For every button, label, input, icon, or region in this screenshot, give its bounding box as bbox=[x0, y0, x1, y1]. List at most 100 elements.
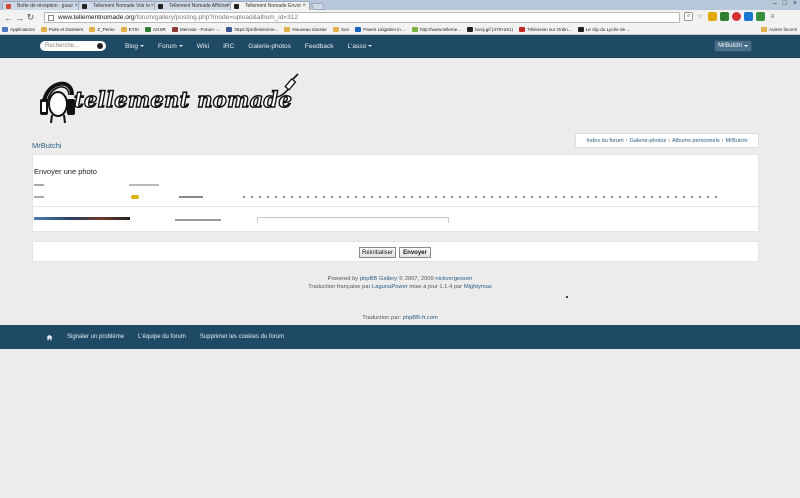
toolbar-dot bbox=[315, 196, 317, 198]
back-icon[interactable]: ← bbox=[3, 12, 14, 23]
toolbar-dot bbox=[627, 196, 629, 198]
extension-icon[interactable] bbox=[720, 12, 729, 21]
browser-tab-voir[interactable]: Tellement Nomade Voir le × bbox=[78, 1, 158, 10]
browser-tab-gmail[interactable]: Boîte de réception - jpaul × bbox=[2, 1, 82, 10]
toolbar-dot bbox=[611, 196, 613, 198]
report-problem-link[interactable]: Signaler un problème bbox=[67, 334, 124, 340]
bookmark-item[interactable]: Son bbox=[332, 27, 349, 32]
bookmark-icon bbox=[467, 27, 474, 32]
forum-team-link[interactable]: L'équipe du forum bbox=[138, 334, 186, 340]
toolbar-dot bbox=[427, 196, 429, 198]
nav-menu: Blog Forum Wiki IRC Galerie-photos Feedback L'… bbox=[125, 35, 373, 58]
bookmark-item[interactable]: https://professionne... bbox=[226, 27, 278, 32]
toolbar-dot bbox=[459, 196, 461, 198]
browser-tab-envoi[interactable]: Tellement Nomade Envoi × bbox=[230, 1, 310, 10]
phpbb-fr-link[interactable]: phpBB-fr.com bbox=[403, 315, 438, 321]
toolbar-dot bbox=[259, 196, 261, 198]
browser-toolbar: ← → ↻ www.tellementnomade.org/forum/gall… bbox=[0, 10, 800, 25]
home-icon[interactable] bbox=[46, 334, 53, 341]
bookmark-item[interactable]: ETSI bbox=[120, 27, 139, 32]
phpbb-gallery-link[interactable]: phpBB Gallery bbox=[360, 276, 397, 282]
extension-icon[interactable] bbox=[708, 12, 717, 21]
bookmark-label: Mercato - Forum -... bbox=[179, 27, 221, 32]
toolbar-dot bbox=[707, 196, 709, 198]
bookmark-item[interactable]: Le clip du Lycée de ... bbox=[577, 27, 630, 32]
extension-icon[interactable] bbox=[744, 12, 753, 21]
toolbar-dot bbox=[275, 196, 277, 198]
gmail-icon bbox=[6, 4, 11, 9]
toolbar-dot bbox=[251, 196, 253, 198]
toolbar-dot bbox=[507, 196, 509, 198]
breadcrumb-item[interactable]: MrButchi bbox=[726, 138, 748, 144]
logo-text: tellement nomade bbox=[73, 86, 293, 112]
tab-label: Tellement Nomade Envoi bbox=[245, 3, 301, 9]
user-menu-button[interactable]: MrButchi bbox=[714, 40, 752, 52]
toolbar-dot bbox=[539, 196, 541, 198]
site-footer: Signaler un problème L'équipe du forum S… bbox=[0, 325, 800, 349]
bookmark-item[interactable]: Puits et Dossiers bbox=[40, 27, 83, 32]
maximize-icon[interactable]: □ bbox=[783, 0, 787, 7]
star-icon[interactable]: ☆ bbox=[696, 12, 705, 21]
author-link[interactable]: nickvergessen bbox=[435, 276, 472, 282]
breadcrumb-separator: ‹ bbox=[625, 137, 628, 144]
bookmark-item[interactable]: AGSR bbox=[144, 27, 166, 32]
minimize-icon[interactable]: – bbox=[773, 0, 777, 7]
site-navbar: Recherche... Blog Forum Wiki IRC Galerie-pho… bbox=[0, 35, 800, 58]
nav-item-forum[interactable]: Forum bbox=[158, 43, 183, 50]
bookmark-icon bbox=[519, 27, 526, 32]
tab-label: Tellement Nomade Voir le bbox=[93, 3, 150, 9]
other-bookmarks[interactable]: Autres favoris bbox=[760, 27, 797, 32]
extension-icon[interactable] bbox=[756, 12, 765, 21]
new-tab-button[interactable] bbox=[310, 3, 326, 10]
nav-item-galerie-photos[interactable]: Galerie-photos bbox=[248, 43, 291, 50]
toolbar-dot bbox=[371, 196, 373, 198]
zoom-icon[interactable]: ⌕ bbox=[684, 12, 693, 21]
nav-item-l-asso[interactable]: L'asso bbox=[347, 43, 373, 50]
window-controls: – □ × bbox=[773, 0, 797, 7]
bookmark-item[interactable]: Z_Perso bbox=[89, 27, 115, 32]
bookmark-label: Nouveau dossier bbox=[292, 27, 327, 32]
close-icon[interactable]: × bbox=[302, 3, 306, 9]
bookmark-item[interactable]: Applications bbox=[2, 27, 35, 32]
adblock-icon[interactable] bbox=[732, 12, 741, 21]
translator-link[interactable]: LagunaPower bbox=[372, 284, 408, 290]
toolbar-dot bbox=[619, 196, 621, 198]
address-bar[interactable]: www.tellementnomade.org/forum/gallery/po… bbox=[44, 12, 680, 23]
bookmark-item[interactable]: Télévision sur Ordin... bbox=[519, 27, 572, 32]
nav-item-label: Forum bbox=[158, 43, 177, 50]
menu-icon[interactable]: ≡ bbox=[768, 12, 777, 21]
nav-item-blog[interactable]: Blog bbox=[125, 43, 145, 50]
bookmark-label: Applications bbox=[10, 27, 35, 32]
search-icon[interactable] bbox=[97, 43, 103, 49]
submit-button[interactable]: Envoyer bbox=[399, 247, 431, 258]
bookmark-item[interactable]: Mercato - Forum -... bbox=[171, 27, 221, 32]
updater-link[interactable]: Mightymax bbox=[464, 284, 492, 290]
toolbar-dot bbox=[243, 196, 245, 198]
file-input[interactable] bbox=[257, 217, 449, 223]
forward-icon[interactable]: → bbox=[14, 12, 25, 23]
breadcrumb-item[interactable]: Index du forum bbox=[586, 138, 623, 144]
search-input[interactable]: Recherche... bbox=[40, 41, 106, 51]
bookmark-icon bbox=[89, 27, 96, 32]
reset-button[interactable]: Réinitialiser bbox=[359, 247, 396, 258]
bookmark-item[interactable]: Nouveau dossier bbox=[284, 27, 327, 32]
bookmark-item[interactable]: bivoj.gif (470×261) bbox=[467, 27, 513, 32]
breadcrumb-item[interactable]: Albums personnels bbox=[672, 138, 720, 144]
toolbar-dot bbox=[547, 196, 549, 198]
nav-item-irc[interactable]: IRC bbox=[223, 43, 234, 50]
bookmark-item[interactable]: Patent Litigation in ... bbox=[355, 27, 406, 32]
breadcrumb-item[interactable]: Galerie-photos bbox=[630, 138, 667, 144]
bookmark-icon bbox=[577, 27, 584, 32]
nav-item-wiki[interactable]: Wiki bbox=[197, 43, 209, 50]
nav-item-feedback[interactable]: Feedback bbox=[305, 43, 334, 50]
reload-icon[interactable]: ↻ bbox=[25, 12, 36, 23]
chevron-down-icon bbox=[140, 45, 145, 48]
bookmark-item[interactable]: http://www.telleme... bbox=[411, 27, 461, 32]
browser-tab-afficher[interactable]: Tellement Nomade Afficher × bbox=[154, 1, 234, 10]
album-owner-link[interactable]: MrButchi bbox=[32, 141, 62, 150]
site-logo[interactable]: tellement nomade bbox=[38, 73, 300, 125]
close-window-icon[interactable]: × bbox=[793, 0, 797, 7]
delete-cookies-link[interactable]: Supprimer les cookies du forum bbox=[200, 334, 284, 340]
bookmark-label: Télévision sur Ordin... bbox=[527, 27, 572, 32]
tab-label: Tellement Nomade Afficher bbox=[169, 3, 229, 9]
